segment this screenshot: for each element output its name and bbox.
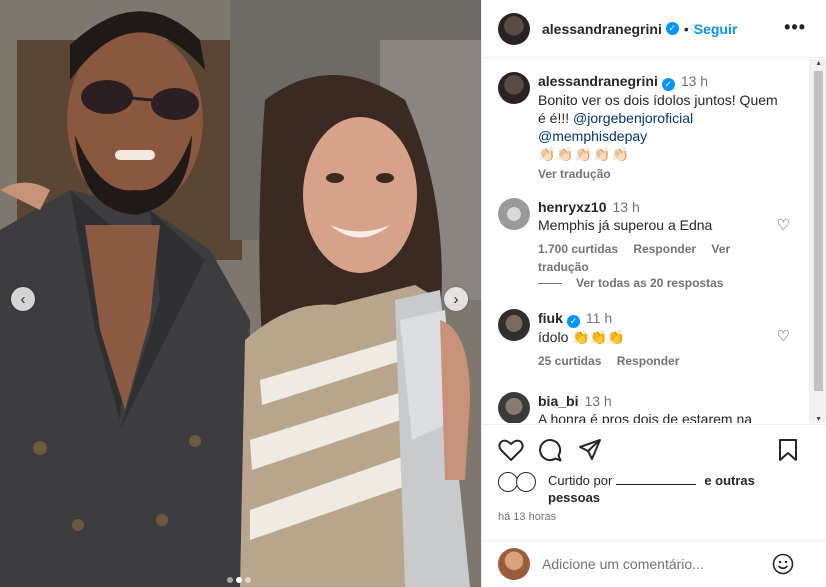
heart-icon[interactable]: ♡	[777, 327, 790, 345]
translate-link[interactable]: Ver tradução	[538, 165, 788, 183]
comment-likes[interactable]: 25 curtidas	[538, 354, 601, 368]
comment-time[interactable]: 13 h	[584, 393, 611, 409]
liker-avatar	[516, 472, 536, 492]
current-user-avatar	[498, 548, 530, 580]
separator-dot: •	[683, 20, 689, 37]
reply-button[interactable]: Responder	[617, 354, 680, 368]
comment-item: henryxz10 13 h Memphis já superou a Edna …	[498, 198, 788, 276]
caption-avatar[interactable]	[498, 72, 530, 104]
comment-icon[interactable]	[538, 438, 562, 465]
comment-avatar[interactable]	[498, 198, 530, 230]
caption: alessandranegrini ✓ 13 h Bonito ver os doi…	[498, 72, 788, 183]
caption-username[interactable]: alessandranegrini	[538, 73, 658, 89]
carousel-dot	[227, 577, 233, 583]
comment-item: fiuk ✓ 11 h ídolo 👏👏👏 25 curtidas Responde…	[498, 309, 788, 370]
previous-photo-button[interactable]: ‹	[11, 287, 35, 311]
scroll-thumb[interactable]	[814, 71, 823, 391]
comment-time[interactable]: 13 h	[612, 199, 639, 215]
bookmark-icon[interactable]	[778, 438, 798, 465]
liker-avatars	[498, 472, 540, 494]
carousel-dot-active	[236, 577, 242, 583]
emoji-icon[interactable]	[772, 553, 794, 578]
comment-avatar[interactable]	[498, 392, 530, 423]
add-comment-bar	[482, 540, 826, 587]
likes-summary[interactable]: Curtido por e outras pessoas	[498, 472, 798, 506]
scroll-down-arrow-icon[interactable]: ▼	[815, 416, 822, 423]
follow-button[interactable]: Seguir	[694, 21, 738, 37]
comment-text: Memphis já superou a Edna	[538, 217, 713, 233]
liked-by-label: Curtido por	[548, 473, 613, 488]
comment-username[interactable]: fiuk	[538, 310, 563, 326]
comment-time[interactable]: 11 h	[586, 310, 612, 326]
verified-badge-icon: ✓	[566, 315, 580, 328]
verified-badge-icon: ✓	[665, 22, 679, 35]
view-replies-link[interactable]: Ver todas as 20 respostas	[538, 276, 723, 290]
author-username[interactable]: alessandranegrini	[542, 21, 662, 37]
comment-username[interactable]: henryxz10	[538, 199, 606, 215]
carousel-indicator	[227, 577, 251, 583]
caption-time[interactable]: 13 h	[681, 73, 708, 89]
post-photo[interactable]: ‹ ›	[0, 0, 481, 587]
comment-avatar[interactable]	[498, 309, 530, 341]
comment-item: bia_bi 13 h A honra é pros dois de estare…	[498, 392, 788, 423]
chevron-left-icon: ‹	[20, 290, 26, 308]
heart-icon[interactable]	[498, 438, 524, 465]
more-options-icon[interactable]: •••	[784, 17, 806, 38]
comment-username[interactable]: bia_bi	[538, 393, 578, 409]
comment-text: ídolo 👏👏👏	[538, 329, 625, 345]
view-replies-label: Ver todas as 20 respostas	[576, 276, 724, 290]
verified-badge-icon: ✓	[661, 78, 675, 91]
comment-text: A honra é pros dois de estarem na	[538, 411, 753, 423]
post-timestamp[interactable]: há 13 horas	[498, 511, 556, 523]
carousel-dot	[245, 577, 251, 583]
replies-line	[538, 282, 562, 284]
comment-input[interactable]	[542, 556, 772, 572]
photo-illustration	[0, 0, 481, 587]
chevron-right-icon: ›	[453, 290, 459, 308]
post-header: alessandranegrini ✓ • Seguir •••	[482, 0, 826, 58]
comments-list[interactable]: alessandranegrini ✓ 13 h Bonito ver os doi…	[482, 59, 826, 423]
share-icon[interactable]	[578, 438, 602, 465]
mention-link[interactable]: @memphisdepay	[538, 127, 788, 145]
post-side-panel: alessandranegrini ✓ • Seguir ••• alessan…	[481, 0, 826, 587]
heart-icon[interactable]: ♡	[777, 216, 790, 234]
scroll-up-arrow-icon[interactable]: ▲	[815, 60, 822, 67]
comments-scrollbar[interactable]: ▲ ▼	[809, 59, 826, 423]
comment-likes[interactable]: 1.700 curtidas	[538, 242, 618, 256]
liker-avatar	[498, 472, 518, 492]
author-avatar[interactable]	[498, 12, 530, 45]
liker-name-placeholder[interactable]	[616, 475, 697, 485]
reply-button[interactable]: Responder	[633, 242, 696, 256]
mention-link[interactable]: @jorgebenjoroficial	[573, 110, 693, 126]
instagram-post-view: ‹ › alessandranegrini ✓ • Seguir ••• ale…	[0, 0, 826, 587]
post-actions: Curtido por e outras pessoas há 13 horas	[482, 424, 826, 539]
next-photo-button[interactable]: ›	[444, 287, 468, 311]
caption-emojis: 👏🏻👏🏻👏🏻👏🏻👏🏻	[538, 146, 631, 162]
